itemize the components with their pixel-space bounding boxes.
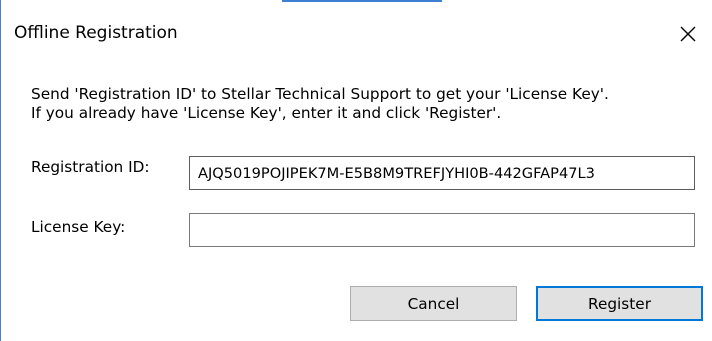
instruction-line-1: Send 'Registration ID' to Stellar Techni… bbox=[31, 85, 609, 103]
registration-id-field[interactable] bbox=[189, 156, 695, 190]
register-button[interactable]: Register bbox=[536, 286, 703, 321]
cancel-button[interactable]: Cancel bbox=[350, 286, 517, 321]
close-icon bbox=[680, 26, 696, 42]
license-key-label: License Key: bbox=[31, 218, 126, 236]
window-top-accent bbox=[282, 0, 442, 2]
close-button[interactable] bbox=[673, 19, 703, 49]
instruction-line-2: If you already have 'License Key', enter… bbox=[31, 104, 502, 122]
instruction-message: Send 'Registration ID' to Stellar Techni… bbox=[31, 85, 701, 123]
registration-id-label: Registration ID: bbox=[31, 158, 150, 176]
license-key-field[interactable] bbox=[189, 213, 695, 247]
dialog-title: Offline Registration bbox=[14, 23, 178, 43]
offline-registration-dialog: Offline Registration Send 'Registration … bbox=[1, 3, 712, 341]
